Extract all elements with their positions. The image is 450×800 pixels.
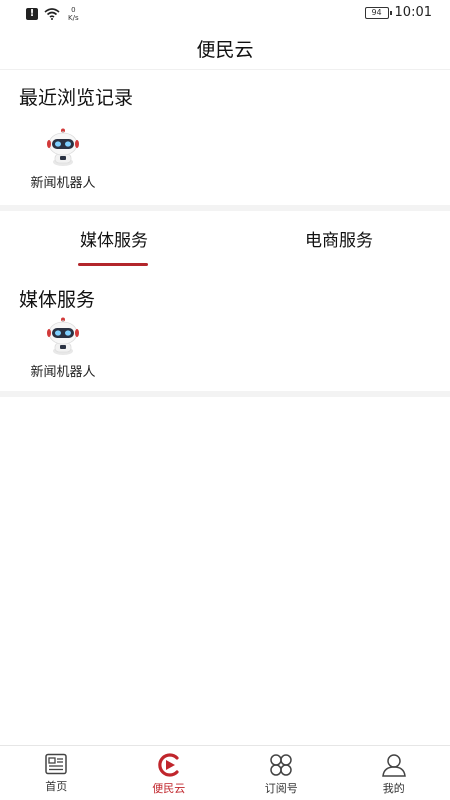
nav-item-bianminyun[interactable]: 便民云	[113, 746, 226, 800]
page-title: 便民云	[0, 28, 450, 70]
recent-section-title: 最近浏览记录	[19, 87, 134, 109]
wifi-icon	[44, 8, 60, 20]
news-icon	[45, 753, 67, 775]
active-tab-indicator	[78, 263, 148, 266]
battery-level: 94	[371, 7, 382, 17]
play-logo-icon	[158, 753, 179, 777]
media-service-section-title: 媒体服务	[19, 289, 96, 311]
network-speed-unit: K/s	[68, 14, 79, 22]
nav-item-mine[interactable]: 我的	[338, 746, 450, 800]
media-item-news-robot[interactable]: 新闻机器人	[18, 316, 108, 380]
nav-item-subscription[interactable]: 订阅号	[225, 746, 338, 800]
section-divider	[0, 205, 450, 211]
screen: ! 0 K/s 94 10:01 便民云 最近浏览记录 新闻机器人 媒体服务 电…	[0, 0, 450, 800]
media-item-label: 新闻机器人	[30, 365, 96, 380]
nav-label-home: 首页	[45, 780, 68, 793]
network-speed: 0 K/s	[68, 6, 79, 22]
clock: 10:01	[394, 5, 432, 20]
nav-item-home[interactable]: 首页	[0, 746, 113, 800]
tab-media-service[interactable]: 媒体服务	[72, 226, 156, 251]
robot-icon	[47, 317, 79, 355]
status-left: ! 0 K/s	[26, 6, 79, 22]
user-icon	[381, 754, 406, 777]
robot-icon	[47, 128, 79, 166]
battery-icon: 94	[364, 6, 392, 19]
status-right: 94 10:01	[364, 5, 432, 20]
nav-label-subscription: 订阅号	[264, 782, 298, 795]
grid-icon	[270, 754, 292, 776]
network-speed-value: 0	[71, 6, 76, 14]
status-bar: ! 0 K/s 94 10:01	[0, 0, 450, 28]
alert-icon: !	[26, 8, 38, 20]
nav-label-bianminyun: 便民云	[152, 782, 186, 795]
tab-ecommerce-service[interactable]: 电商服务	[297, 226, 381, 251]
nav-label-mine: 我的	[382, 782, 405, 795]
recent-item-news-robot[interactable]: 新闻机器人	[18, 127, 108, 191]
bottom-nav: 首页 便民云 订阅号 我的	[0, 745, 450, 800]
section-divider	[0, 391, 450, 397]
recent-item-label: 新闻机器人	[30, 176, 96, 191]
